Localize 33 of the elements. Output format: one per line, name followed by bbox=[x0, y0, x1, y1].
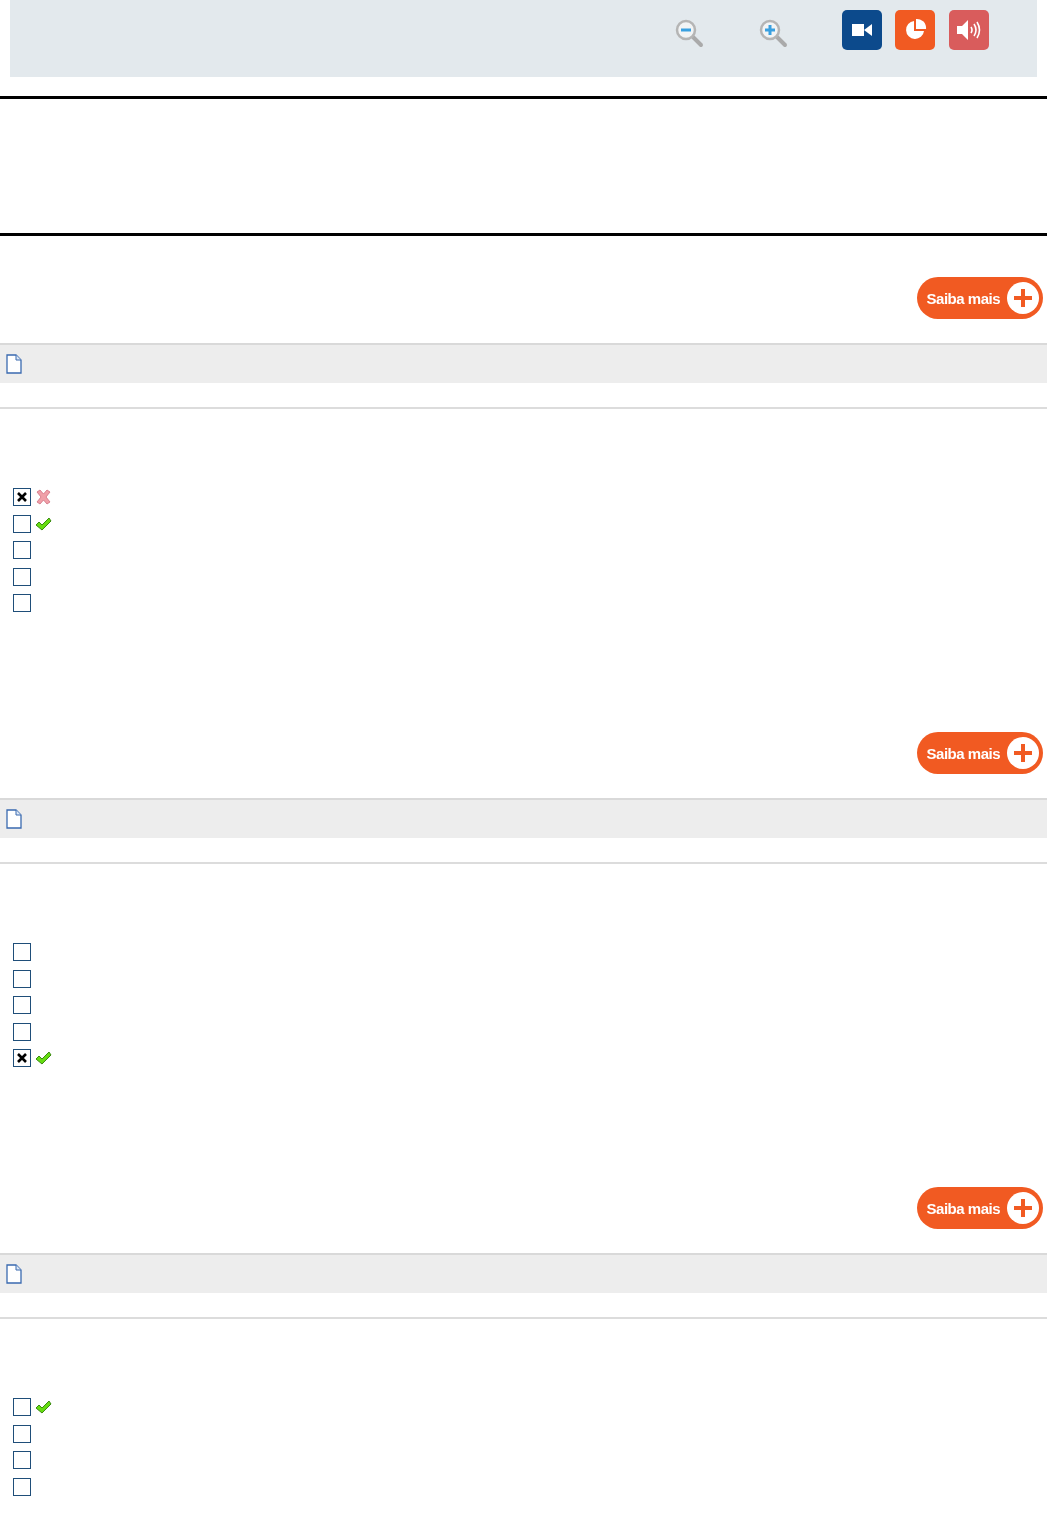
video-camera-icon bbox=[852, 24, 872, 36]
checkbox[interactable] bbox=[13, 1398, 31, 1416]
checkbox[interactable] bbox=[13, 1477, 31, 1496]
document-icon[interactable] bbox=[6, 354, 22, 374]
chart-button[interactable] bbox=[895, 10, 935, 50]
checkbox[interactable] bbox=[13, 996, 31, 1014]
document-icon[interactable] bbox=[6, 809, 22, 829]
plus-icon bbox=[1006, 1191, 1040, 1225]
document-icon[interactable] bbox=[6, 1264, 22, 1284]
pie-chart-icon bbox=[903, 18, 927, 42]
plus-icon bbox=[1006, 281, 1040, 315]
speaker-icon bbox=[956, 19, 982, 41]
zoom-in-icon bbox=[758, 18, 790, 50]
checkbox[interactable] bbox=[13, 1022, 31, 1041]
saiba-mais-button[interactable]: Saiba mais bbox=[916, 1187, 1043, 1229]
checkbox[interactable] bbox=[13, 1049, 31, 1067]
video-button[interactable] bbox=[842, 10, 882, 50]
checkbox[interactable] bbox=[13, 541, 31, 559]
x-mark-icon bbox=[17, 492, 27, 502]
checkbox[interactable] bbox=[13, 943, 31, 961]
zoom-out-icon bbox=[674, 18, 706, 50]
audio-button[interactable] bbox=[949, 10, 989, 50]
x-mark-icon bbox=[17, 1053, 27, 1063]
checkbox[interactable] bbox=[13, 1451, 31, 1469]
saiba-mais-button[interactable]: Saiba mais bbox=[916, 732, 1043, 774]
saiba-mais-button[interactable]: Saiba mais bbox=[916, 277, 1043, 319]
checkbox[interactable] bbox=[13, 1424, 31, 1443]
checkbox[interactable] bbox=[13, 594, 31, 612]
checkbox[interactable] bbox=[13, 488, 31, 506]
checkbox[interactable] bbox=[13, 969, 31, 988]
plus-icon bbox=[1006, 736, 1040, 770]
checkbox[interactable] bbox=[13, 567, 31, 586]
checkbox[interactable] bbox=[13, 514, 31, 533]
